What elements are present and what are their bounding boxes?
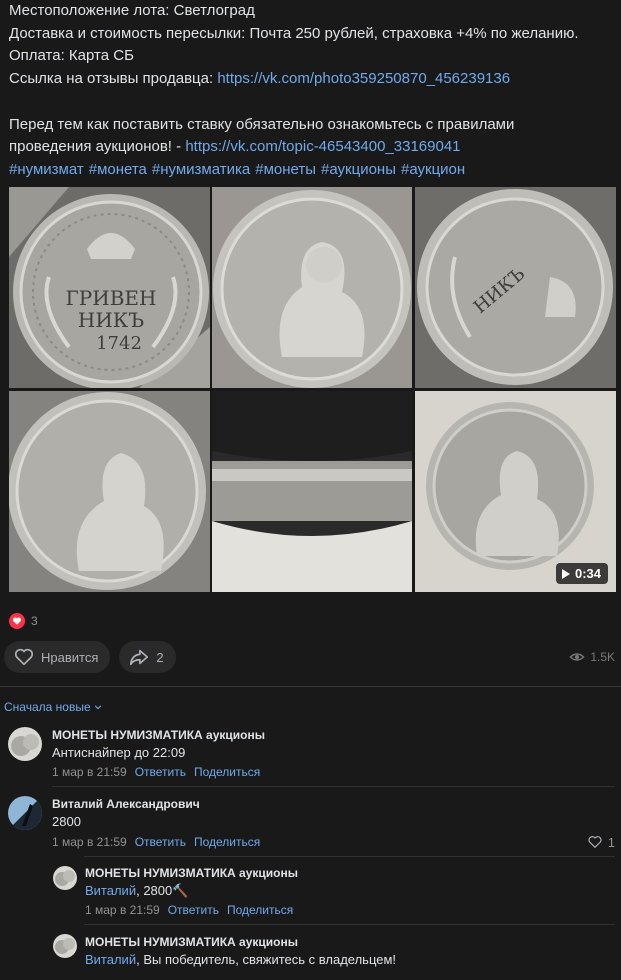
hashtags: #нумизмат #монета #нумизматика #монеты #аукц… [9, 159, 614, 182]
heart-outline-icon [14, 648, 34, 666]
share-button[interactable]: 2 [119, 641, 176, 673]
post-line-delivery: Доставка и стоимость пересылки: Почта 25… [9, 24, 579, 42]
post-line-payment: Оплата: Карта СБ [9, 47, 134, 65]
photo-coin-reverse[interactable]: ГРИВЕН НИКЪ 1742 [9, 187, 210, 388]
chevron-down-icon [94, 705, 101, 710]
play-icon [561, 568, 570, 579]
eye-icon [569, 653, 585, 661]
share-icon [130, 649, 149, 666]
comment-date[interactable]: 1 мар в 21:59 [85, 903, 160, 917]
video-coin-obverse[interactable]: 0:34 [415, 391, 616, 592]
views-counter: 1.5K [569, 649, 615, 665]
comment-separator [84, 924, 615, 925]
coin-obverse-image [212, 187, 412, 388]
post-line-location: Местоположение лота: Светлоград [9, 2, 255, 19]
hashtag[interactable]: #нумизматика [152, 161, 250, 178]
sort-label: Сначала новые [4, 700, 91, 714]
hashtag[interactable]: #нумизмат [9, 161, 84, 178]
coin-edge-image [212, 391, 412, 592]
coin-obverse-2-image [9, 391, 210, 592]
svg-text:ГРИВЕН: ГРИВЕН [66, 286, 157, 310]
avatar[interactable] [8, 727, 42, 761]
comment-like-count: 1 [607, 834, 615, 850]
avatar[interactable] [53, 934, 77, 958]
comment-text: 2800 [52, 814, 81, 829]
photo-coin-obverse-2[interactable] [9, 391, 210, 592]
comment-text: Виталий, 2800🔨 [85, 883, 188, 899]
comment-separator [84, 856, 615, 857]
comment-date[interactable]: 1 мар в 21:59 [52, 835, 127, 849]
share-count: 2 [156, 649, 164, 665]
share-comment-button[interactable]: Поделиться [194, 765, 260, 779]
like-button[interactable]: Нравится [4, 641, 111, 673]
post-text: Местоположение лота: Светлоград Доставка… [9, 0, 614, 182]
divider [0, 686, 621, 687]
comment-meta: 1 мар в 21:59 Ответить Поделиться [52, 765, 260, 779]
hashtag[interactable]: #аукционы [321, 161, 396, 178]
reply-button[interactable]: Ответить [135, 765, 186, 779]
post-blank-line [9, 91, 614, 114]
post-line-reviews: Ссылка на отзывы продавца: https://vk.co… [9, 68, 614, 91]
avatar[interactable] [53, 866, 77, 890]
comment-like-button[interactable]: 1 [587, 834, 615, 850]
reviews-label: Ссылка на отзывы продавца: [9, 70, 218, 88]
hashtag[interactable]: #аукцион [401, 161, 465, 178]
svg-text:НИКЪ: НИКЪ [78, 308, 144, 332]
like-label: Нравится [41, 649, 99, 665]
comment-meta: 1 мар в 21:59 Ответить Поделиться [52, 835, 260, 849]
reply-button[interactable]: Ответить [168, 903, 219, 917]
comment-meta: 1 мар в 21:59 Ответить Поделиться [85, 903, 293, 917]
rules-prefix: проведения аукционов! - [9, 138, 186, 156]
coin-reverse-2-image: НИКЪ [415, 187, 616, 388]
video-duration-badge: 0:34 [555, 563, 608, 584]
photo-coin-obverse[interactable] [212, 187, 412, 388]
comment-author[interactable]: МОНЕТЫ НУМИЗМАТИКА аукционы [85, 866, 298, 880]
avatar[interactable] [8, 796, 42, 830]
share-comment-button[interactable]: Поделиться [227, 903, 293, 917]
comment-author[interactable]: Виталий Александрович [52, 797, 200, 811]
photo-coin-edge[interactable] [212, 391, 412, 592]
mention-link[interactable]: Виталий [85, 883, 136, 898]
hashtag[interactable]: #монеты [255, 161, 316, 178]
comment-body: , Вы победитель, свяжитесь с владельцем! [136, 952, 397, 967]
mention-link[interactable]: Виталий [85, 952, 136, 967]
heart-outline-icon [588, 836, 602, 848]
post-line-rules: Перед тем как поставить ставку обязатель… [9, 115, 515, 133]
comment-body: , 2800🔨 [136, 883, 189, 898]
reactions-count: 3 [31, 614, 38, 628]
reactions-summary[interactable]: 3 [9, 613, 38, 629]
heart-icon [9, 613, 25, 629]
video-duration: 0:34 [574, 566, 601, 581]
comment-text: Виталий, Вы победитель, свяжитесь с влад… [85, 952, 396, 967]
comments-sort-dropdown[interactable]: Сначала новые [4, 700, 102, 714]
hashtag[interactable]: #монета [89, 161, 147, 178]
video-thumbnail-image [415, 391, 616, 592]
rules-link[interactable]: https://vk.com/topic-46543400_33169041 [185, 138, 460, 155]
svg-text:1742: 1742 [96, 333, 142, 354]
comment-date[interactable]: 1 мар в 21:59 [52, 765, 127, 779]
post-actions: Нравится 2 [4, 641, 176, 673]
reply-button[interactable]: Ответить [135, 835, 186, 849]
share-comment-button[interactable]: Поделиться [194, 835, 260, 849]
comment-text: Антиснайпер до 22:09 [52, 745, 186, 760]
comment-separator [52, 786, 615, 787]
comment-author[interactable]: МОНЕТЫ НУМИЗМАТИКА аукционы [85, 935, 298, 949]
views-count: 1.5K [590, 650, 615, 664]
post-line-rules-2: проведения аукционов! - https://vk.com/t… [9, 136, 614, 159]
reviews-link[interactable]: https://vk.com/photo359250870_456239136 [217, 70, 510, 87]
comment-author[interactable]: МОНЕТЫ НУМИЗМАТИКА аукционы [52, 728, 265, 742]
photo-gallery: ГРИВЕН НИКЪ 1742 НИКЪ 0:34 [9, 187, 616, 592]
photo-coin-reverse-2[interactable]: НИКЪ [415, 187, 616, 388]
coin-reverse-image: ГРИВЕН НИКЪ 1742 [9, 187, 210, 388]
